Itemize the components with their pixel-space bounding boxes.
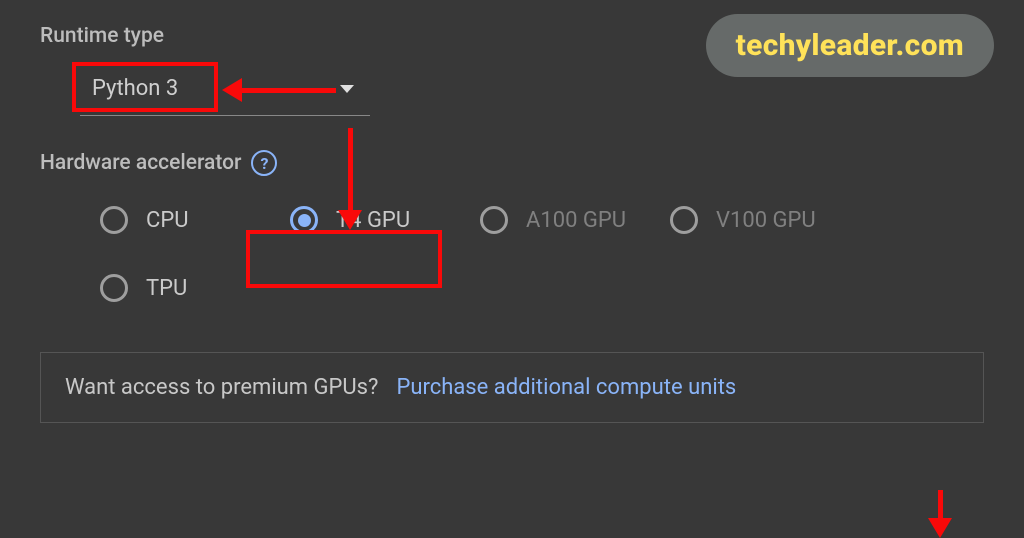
runtime-type-value: Python 3 xyxy=(92,76,178,101)
radio-label: T4 GPU xyxy=(336,208,410,233)
radio-circle-icon xyxy=(480,206,508,234)
radio-circle-icon xyxy=(100,274,128,302)
radio-label: TPU xyxy=(146,276,187,301)
purchase-compute-link[interactable]: Purchase additional compute units xyxy=(396,375,736,400)
radio-label: V100 GPU xyxy=(716,208,816,233)
watermark-text: techyleader.com xyxy=(736,28,964,63)
annotation-arrow-icon xyxy=(928,490,952,538)
help-icon[interactable]: ? xyxy=(251,150,277,176)
runtime-type-dropdown[interactable]: Python 3 xyxy=(80,68,370,116)
radio-option-t4[interactable]: T4 GPU xyxy=(290,206,440,234)
chevron-down-icon xyxy=(340,85,354,93)
watermark-badge: techyleader.com xyxy=(706,14,994,77)
premium-gpu-banner: Want access to premium GPUs? Purchase ad… xyxy=(40,352,984,423)
radio-circle-icon xyxy=(670,206,698,234)
hardware-accelerator-label: Hardware accelerator xyxy=(40,151,241,175)
premium-question-text: Want access to premium GPUs? xyxy=(65,375,378,400)
radio-dot-icon xyxy=(298,214,311,227)
radio-label: CPU xyxy=(146,208,188,233)
radio-circle-icon xyxy=(290,206,318,234)
radio-option-tpu[interactable]: TPU xyxy=(100,274,250,302)
radio-option-cpu[interactable]: CPU xyxy=(100,206,250,234)
radio-option-a100[interactable]: A100 GPU xyxy=(480,206,630,234)
radio-label: A100 GPU xyxy=(526,208,626,233)
radio-circle-icon xyxy=(100,206,128,234)
radio-option-v100[interactable]: V100 GPU xyxy=(670,206,820,234)
